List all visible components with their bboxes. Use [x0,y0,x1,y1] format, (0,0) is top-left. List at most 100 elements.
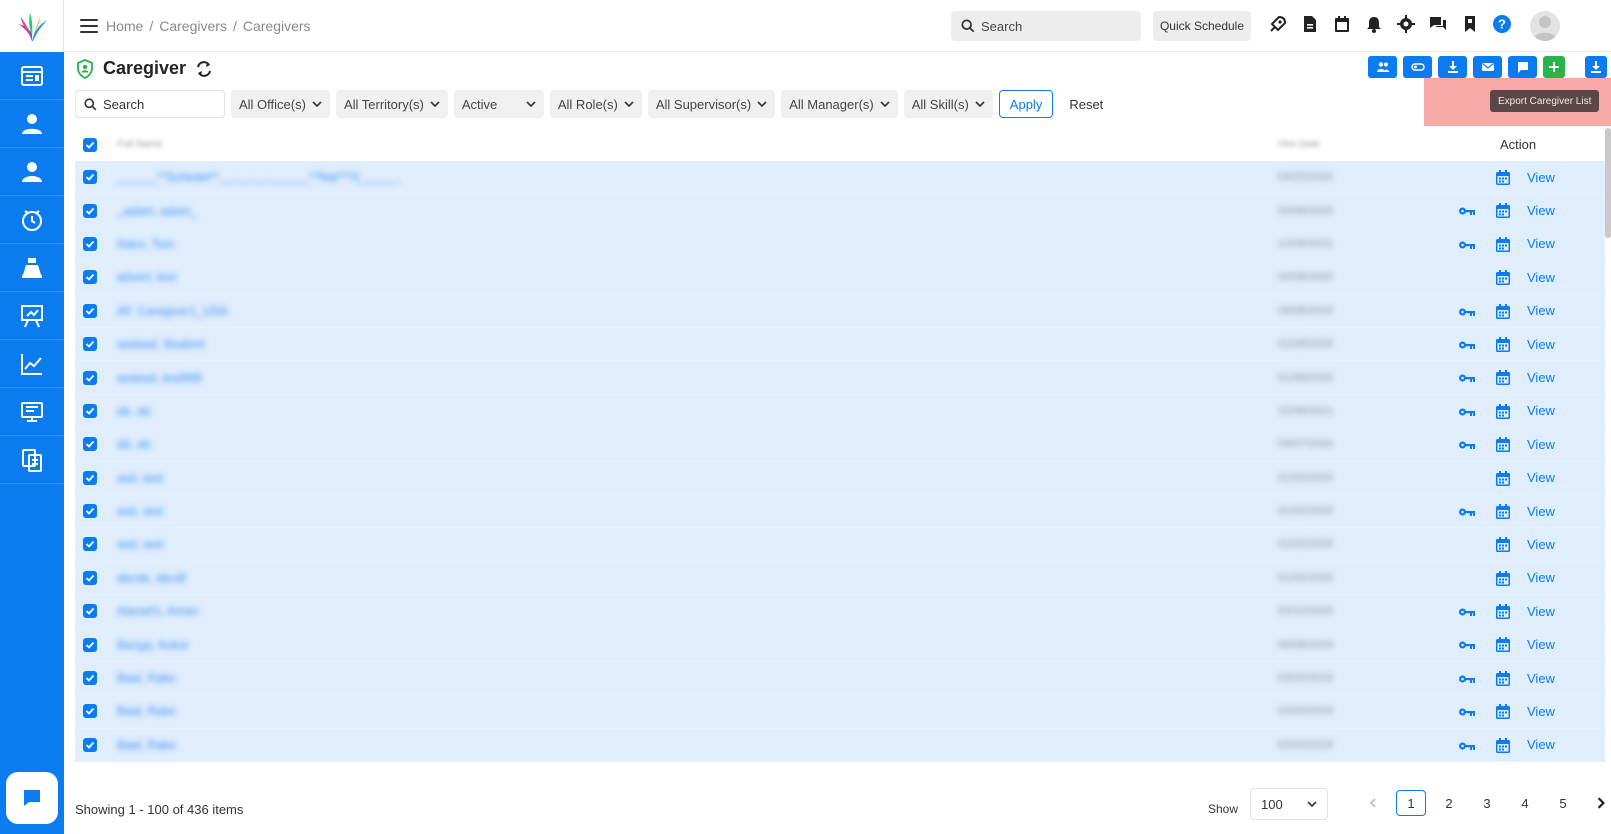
calendar-icon[interactable] [1495,236,1511,253]
next-page-button[interactable] [1582,790,1611,816]
rocket-icon[interactable] [1268,14,1288,34]
calendar-icon[interactable] [1332,14,1352,34]
role-filter[interactable]: All Role(s) [549,90,642,118]
row-checkbox[interactable] [83,370,97,385]
sidebar-item-billing[interactable] [0,244,64,292]
calendar-icon[interactable] [1495,503,1511,520]
view-link[interactable]: View [1527,470,1555,485]
export-caregiver-list-button[interactable] [1585,56,1607,78]
key-icon[interactable] [1458,204,1476,218]
message-button[interactable] [1508,56,1537,78]
row-checkbox[interactable] [83,236,97,251]
gear-icon[interactable] [1396,14,1416,34]
view-link[interactable]: View [1527,236,1555,251]
status-filter[interactable]: Active [453,90,544,118]
row-checkbox[interactable] [83,737,97,752]
key-icon[interactable] [1458,505,1476,519]
view-link[interactable]: View [1527,570,1555,585]
select-all-checkbox[interactable] [83,137,97,152]
help-icon[interactable]: ? [1492,14,1512,34]
sidebar-item-training[interactable] [0,292,64,340]
supervisor-filter[interactable]: All Supervisor(s) [647,90,776,118]
view-link[interactable]: View [1527,704,1555,719]
breadcrumb-home[interactable]: Home [106,18,143,34]
office-filter[interactable]: All Office(s) [231,90,330,118]
calendar-icon[interactable] [1495,670,1511,687]
key-icon[interactable] [1458,739,1476,753]
row-checkbox[interactable] [83,637,97,652]
user-avatar[interactable] [1530,11,1560,41]
key-icon[interactable] [1458,338,1476,352]
caregiver-name-link[interactable]: abcde, abcdf [117,571,186,585]
header-hire-date[interactable]: Hire Date [1278,139,1320,150]
view-link[interactable]: View [1527,270,1555,285]
email-button[interactable] [1473,56,1502,78]
view-link[interactable]: View [1527,370,1555,385]
download-button[interactable] [1438,56,1467,78]
page-2-button[interactable]: 2 [1430,790,1468,816]
key-icon[interactable] [1458,438,1476,452]
row-checkbox[interactable] [83,604,97,619]
view-link[interactable]: View [1527,170,1555,185]
sidebar-item-documents[interactable] [0,436,64,484]
app-logo[interactable] [0,0,64,52]
view-link[interactable]: View [1527,604,1555,619]
row-checkbox[interactable] [83,437,97,452]
chat-button[interactable] [6,772,58,824]
caregiver-name-link[interactable]: asdasd, test999 [117,371,202,385]
view-link[interactable]: View [1527,203,1555,218]
sidebar-item-clients[interactable] [0,100,64,148]
calendar-icon[interactable] [1495,202,1511,219]
page-5-button[interactable]: 5 [1544,790,1582,816]
caregiver-name-link[interactable]: aadasd, Student [117,337,204,351]
row-checkbox[interactable] [83,504,97,519]
view-link[interactable]: View [1527,337,1555,352]
calendar-icon[interactable] [1495,536,1511,553]
view-link[interactable]: View [1527,537,1555,552]
calendar-icon[interactable] [1495,703,1511,720]
breadcrumb-caregivers[interactable]: Caregivers [159,18,227,34]
sidebar-item-caregivers[interactable] [0,148,64,196]
page-1-button[interactable]: 1 [1396,790,1426,816]
caregiver-name-link[interactable]: ab, ab [117,437,150,451]
key-icon[interactable] [1458,672,1476,686]
sidebar-item-reports[interactable] [0,340,64,388]
caregiver-name-link[interactable]: advert, test [117,270,176,284]
key-icon[interactable] [1458,405,1476,419]
row-checkbox[interactable] [83,570,97,585]
calendar-icon[interactable] [1495,470,1511,487]
calendar-icon[interactable] [1495,403,1511,420]
calendar-icon[interactable] [1495,369,1511,386]
caregiver-search-input[interactable]: Search [75,90,225,118]
menu-toggle-icon[interactable] [80,18,98,33]
add-caregiver-button[interactable] [1543,56,1565,78]
key-icon[interactable] [1458,305,1476,319]
manager-filter[interactable]: All Manager(s) [781,90,898,118]
document-icon[interactable] [1300,14,1320,34]
bell-icon[interactable] [1364,14,1384,34]
caregiver-name-link[interactable]: Baal, Rake [117,704,176,718]
view-link[interactable]: View [1527,737,1555,752]
messages-icon[interactable] [1428,14,1448,34]
calendar-icon[interactable] [1495,336,1511,353]
key-icon[interactable] [1458,238,1476,252]
view-link[interactable]: View [1527,637,1555,652]
key-icon[interactable] [1458,371,1476,385]
refresh-icon[interactable] [194,59,214,79]
caregiver-name-link[interactable]: AF, Caregiver1_USA [117,304,228,318]
caregiver-name-link[interactable]: asd, asd [117,504,162,518]
caregiver-name-link[interactable]: ab, ab [117,404,150,418]
row-checkbox[interactable] [83,203,97,218]
row-checkbox[interactable] [83,671,97,686]
caregiver-name-link[interactable]: Banga, Ankur [117,638,189,652]
header-full-name[interactable]: Full Name [117,139,163,150]
calendar-icon[interactable] [1495,603,1511,620]
row-checkbox[interactable] [83,303,97,318]
caregiver-name-link[interactable]: Aden, Tom [117,237,174,251]
row-checkbox[interactable] [83,170,97,185]
view-link[interactable]: View [1527,671,1555,686]
quick-schedule-button[interactable]: Quick Schedule [1153,11,1251,41]
caregiver-name-link[interactable]: asd, asd [117,537,162,551]
global-search-input[interactable]: Search [951,11,1141,41]
key-icon[interactable] [1458,605,1476,619]
